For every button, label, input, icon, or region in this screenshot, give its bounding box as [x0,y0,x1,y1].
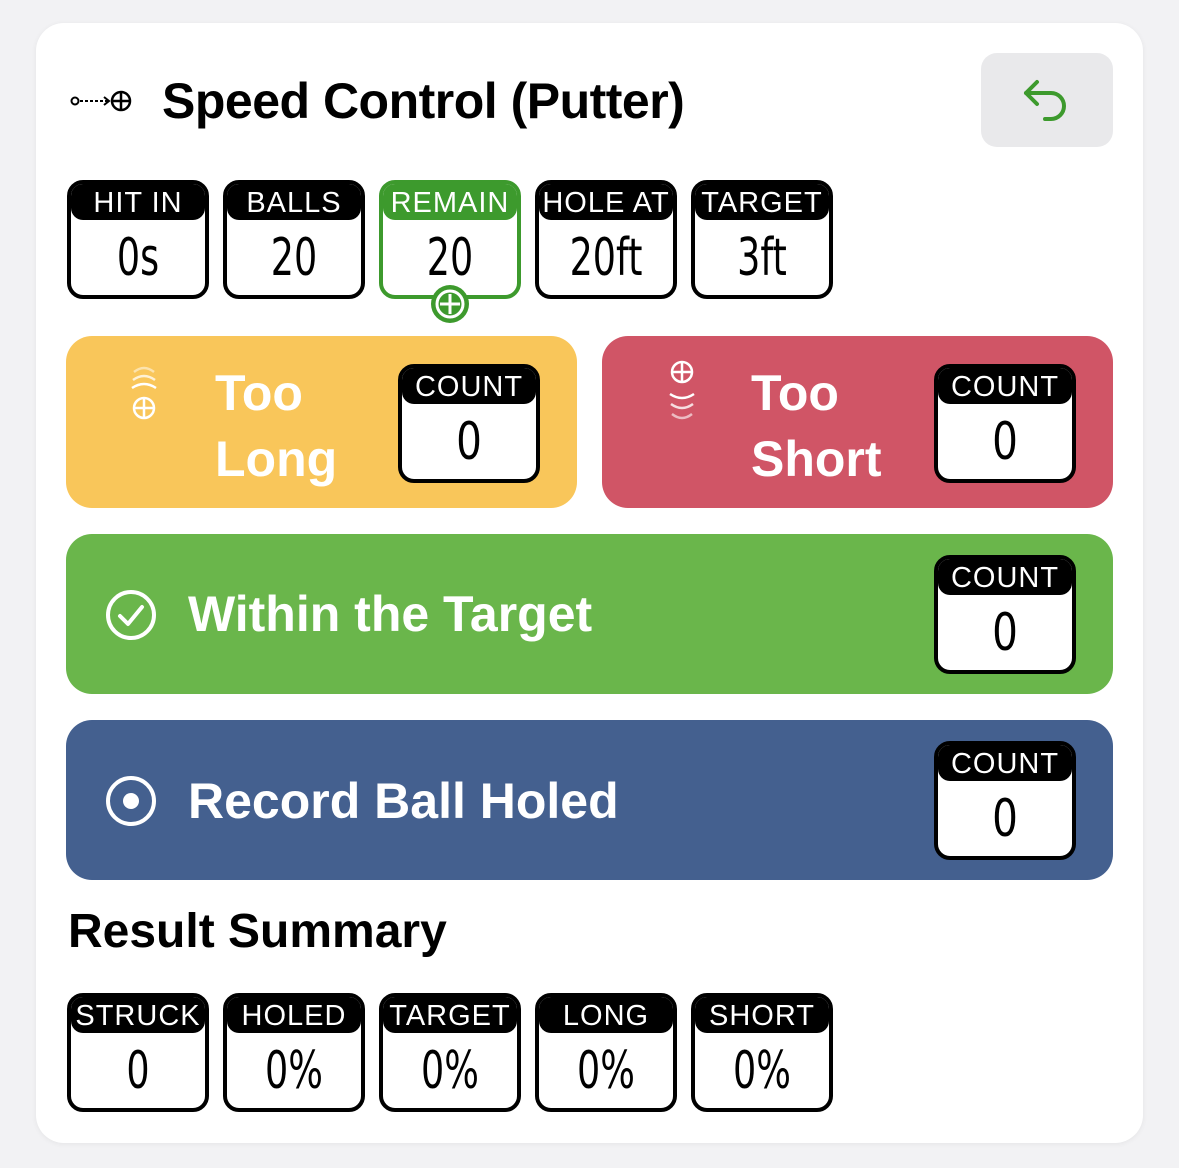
summary-title: Result Summary [68,905,447,958]
count-label: COUNT [938,559,1072,595]
too-short-count: COUNT 0 [934,364,1076,483]
stat-balls: BALLS 20 [223,180,365,299]
summary-label: SHORT [695,997,829,1033]
too-short-line2: Short [751,431,882,487]
stat-label: TARGET [695,184,829,220]
count-value: 0 [456,412,482,472]
stat-value: 20 [270,228,318,288]
within-target-button[interactable]: Within the Target COUNT 0 [66,534,1113,694]
within-target-count: COUNT 0 [934,555,1076,674]
stat-label: REMAIN [383,184,517,220]
ball-short-icon [669,360,695,420]
record-ball-holed-button[interactable]: Record Ball Holed COUNT 0 [66,720,1113,880]
stat-value: 3ft [737,228,787,288]
summary-long: LONG 0% [535,993,677,1112]
ball-holed-count: COUNT 0 [934,741,1076,860]
summary-value: 0% [265,1041,323,1101]
summary-target: TARGET 0% [379,993,521,1112]
count-value: 0 [992,603,1018,663]
stat-label: HIT IN [71,184,205,220]
ball-long-icon [131,366,157,420]
summary-label: LONG [539,997,673,1033]
summary-value: 0 [126,1041,150,1101]
count-value: 0 [992,789,1018,849]
putt-line-icon [70,90,132,112]
stat-remain[interactable]: REMAIN 20 [379,180,521,299]
too-short-line1: Too [751,365,839,421]
stat-value: 0s [116,228,160,288]
ball-holed-label: Record Ball Holed [188,773,619,829]
undo-arrow-icon [1024,80,1066,121]
summary-label: HOLED [227,997,361,1033]
summary-struck: STRUCK 0 [67,993,209,1112]
within-target-label: Within the Target [188,586,593,642]
stat-value: 20ft [569,228,643,288]
stat-label: BALLS [227,184,361,220]
summary-label: STRUCK [71,997,205,1033]
too-long-button[interactable]: Too Long COUNT 0 [66,336,577,508]
count-label: COUNT [402,368,536,404]
page-title: Speed Control (Putter) [162,73,685,129]
stat-target: TARGET 3ft [691,180,833,299]
too-long-line2: Long [215,431,338,487]
count-label: COUNT [938,745,1072,781]
count-value: 0 [992,412,1018,472]
check-circle-icon [106,590,156,640]
summary-value: 0% [577,1041,635,1101]
summary-label: TARGET [383,997,517,1033]
too-long-line1: Too [215,365,303,421]
add-balls-plus-icon[interactable] [429,283,471,325]
summary-holed: HOLED 0% [223,993,365,1112]
summary-value: 0% [421,1041,479,1101]
too-short-button[interactable]: Too Short COUNT 0 [602,336,1113,508]
stat-hit-in: HIT IN 0s [67,180,209,299]
count-label: COUNT [938,368,1072,404]
too-long-count: COUNT 0 [398,364,540,483]
stat-label: HOLE AT [539,184,673,220]
summary-value: 0% [733,1041,791,1101]
summary-short: SHORT 0% [691,993,833,1112]
stat-hole-at: HOLE AT 20ft [535,180,677,299]
undo-button[interactable] [981,53,1113,147]
target-dot-icon [106,776,156,826]
